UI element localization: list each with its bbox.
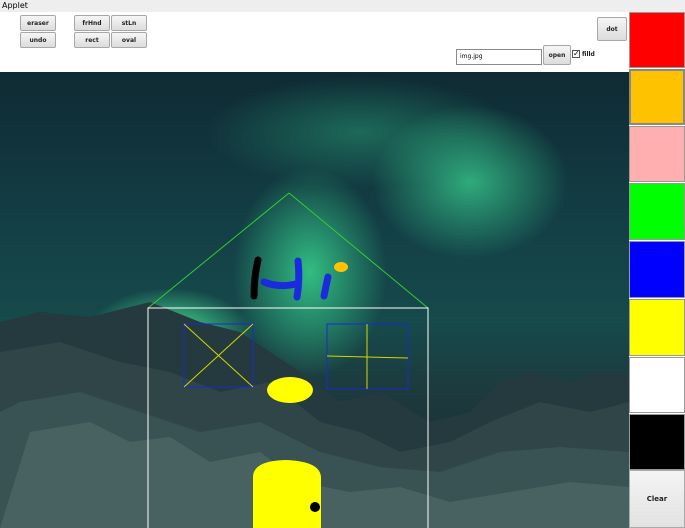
dot-button[interactable]: dot	[597, 17, 627, 41]
roof-right-line	[288, 192, 429, 309]
color-swatch-yellow[interactable]	[629, 299, 685, 356]
color-swatch-white[interactable]	[629, 357, 685, 413]
freehand-h-right	[293, 257, 303, 301]
roof-left-line	[147, 192, 290, 309]
rect-button[interactable]: rect	[74, 32, 110, 48]
window-titlebar: Applet	[0, 0, 685, 12]
color-swatch-black[interactable]	[629, 414, 685, 470]
canvas-drawing	[0, 192, 629, 528]
color-swatch-blue[interactable]	[629, 241, 685, 298]
oval-button[interactable]: oval	[111, 32, 147, 48]
straight-line-button[interactable]: stLn	[111, 15, 147, 31]
yellow-oval	[267, 377, 313, 403]
filled-checkbox[interactable]: ✓	[572, 50, 580, 58]
yellow-door	[253, 460, 321, 528]
window-title: Applet	[2, 1, 28, 10]
toolbar: eraser undo frHnd rect stLn oval dot img…	[0, 12, 629, 72]
color-swatch-orange[interactable]	[629, 69, 685, 125]
color-swatch-green[interactable]	[629, 183, 685, 240]
color-swatch-red[interactable]	[629, 12, 685, 68]
freehand-h-left	[250, 256, 262, 300]
file-path-input[interactable]: img.jpg	[456, 49, 542, 65]
freehand-i-stroke	[320, 273, 332, 300]
door-knob	[310, 502, 320, 512]
clear-button[interactable]: Clear	[629, 470, 685, 528]
filled-checkbox-label: filld	[582, 51, 595, 58]
freehand-h-crossbar	[260, 278, 300, 290]
freehand-button[interactable]: frHnd	[74, 15, 110, 31]
open-button[interactable]: open	[543, 45, 571, 65]
freehand-i-dot	[334, 262, 348, 272]
eraser-button[interactable]: eraser	[20, 15, 56, 31]
undo-button[interactable]: undo	[20, 32, 56, 48]
drawing-canvas[interactable]	[0, 72, 629, 528]
color-swatch-pink[interactable]	[629, 126, 685, 182]
